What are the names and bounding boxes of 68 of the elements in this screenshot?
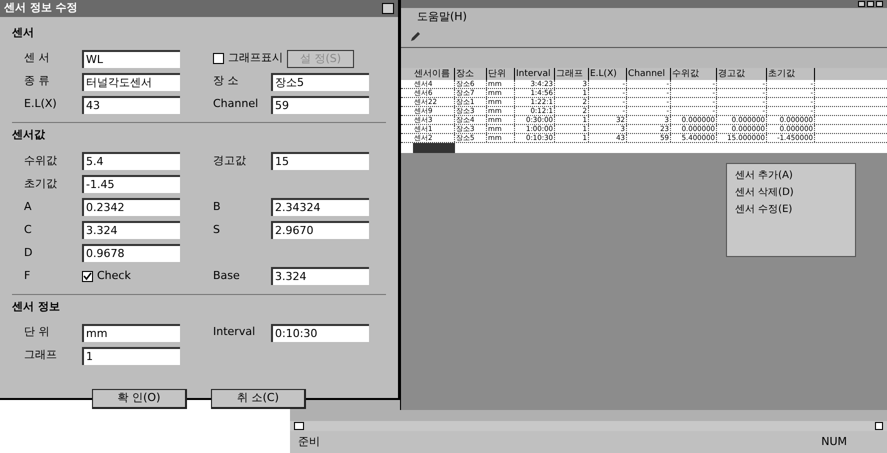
field-label: 장 소: [213, 73, 240, 90]
input-field[interactable]: 59: [271, 96, 369, 114]
input-field[interactable]: WL: [82, 50, 180, 68]
column-header[interactable]: 장소: [455, 68, 487, 80]
dialog-button[interactable]: 취 소(C): [211, 389, 306, 409]
group-label: 센서값: [12, 127, 45, 143]
field-label: S: [213, 222, 221, 238]
group-label: 센서: [12, 24, 34, 40]
field-label: C: [24, 222, 33, 238]
menu-item[interactable]: 센서 수정(E): [735, 202, 792, 217]
horizontal-scrollbar[interactable]: [290, 421, 887, 431]
input-field[interactable]: 2.9670: [271, 221, 369, 239]
checkbox-label: 그래프표시: [228, 50, 283, 66]
column-header[interactable]: 그래프: [555, 68, 589, 80]
dialog-button[interactable]: 확 인(O): [92, 389, 187, 409]
input-field[interactable]: 15: [271, 152, 369, 170]
column-header[interactable]: 수위값: [671, 68, 717, 80]
field-label: 센 서: [24, 50, 50, 66]
close-icon[interactable]: [382, 2, 394, 14]
input-field[interactable]: 0:10:30: [271, 324, 369, 342]
field-label: 단 위: [24, 324, 50, 340]
pencil-icon[interactable]: [409, 30, 421, 42]
field-label: D: [24, 244, 34, 261]
input-field[interactable]: 43: [82, 96, 180, 114]
checkbox[interactable]: [82, 270, 93, 282]
menu-item[interactable]: 도움말(H): [417, 8, 467, 26]
input-field[interactable]: 0.2342: [82, 198, 180, 216]
field-label: Interval: [213, 324, 256, 340]
selected-cell[interactable]: [413, 143, 455, 153]
group-label: 센서 정보: [12, 298, 60, 314]
input-field[interactable]: 3.324: [82, 221, 180, 239]
field-label: Base: [213, 268, 241, 284]
field-label: B: [213, 198, 222, 215]
field-label: F: [24, 268, 32, 284]
input-field[interactable]: -1.45: [82, 175, 180, 193]
input-field[interactable]: 0.9678: [82, 244, 180, 262]
close-icon[interactable]: [876, 1, 883, 7]
input-field[interactable]: 5.4: [82, 152, 180, 170]
field-label: 종 류: [24, 73, 50, 90]
input-field[interactable]: mm: [82, 324, 180, 342]
input-field[interactable]: 2.34324: [271, 198, 369, 216]
field-label: 수위값: [24, 152, 58, 169]
column-header[interactable]: 초기값: [767, 68, 815, 80]
checkbox[interactable]: [213, 53, 224, 64]
column-header[interactable]: 경고값: [717, 68, 767, 80]
scroll-right-icon[interactable]: [875, 422, 883, 430]
input-field[interactable]: 3.324: [271, 267, 369, 285]
field-label: E.L(X): [24, 96, 58, 112]
num-lock-indicator: NUM: [821, 434, 847, 450]
menu-item[interactable]: 센서 삭제(D): [735, 185, 794, 200]
field-label: 초기값: [24, 176, 58, 192]
field-label: 경고값: [213, 152, 247, 169]
checkbox-label: Check: [97, 268, 131, 284]
column-header[interactable]: 단위: [487, 68, 515, 80]
menu-item[interactable]: 센서 추가(A): [735, 168, 793, 183]
window-title: 센서 정보 수정: [4, 0, 78, 16]
input-field[interactable]: 장소5: [271, 72, 369, 90]
column-header[interactable]: Interval: [515, 68, 555, 80]
status-text: 준비: [298, 434, 320, 450]
input-field[interactable]: 터널각도센서: [82, 72, 180, 90]
field-label: Channel: [213, 96, 260, 112]
column-header[interactable]: Channel: [627, 68, 671, 80]
scroll-left-icon[interactable]: [294, 422, 304, 430]
field-label: A: [24, 198, 33, 215]
input-field[interactable]: 1: [82, 346, 180, 364]
column-header[interactable]: E.L(X): [589, 68, 627, 80]
column-header[interactable]: 센서이름: [413, 68, 455, 80]
field-label: 그래프: [24, 347, 58, 364]
